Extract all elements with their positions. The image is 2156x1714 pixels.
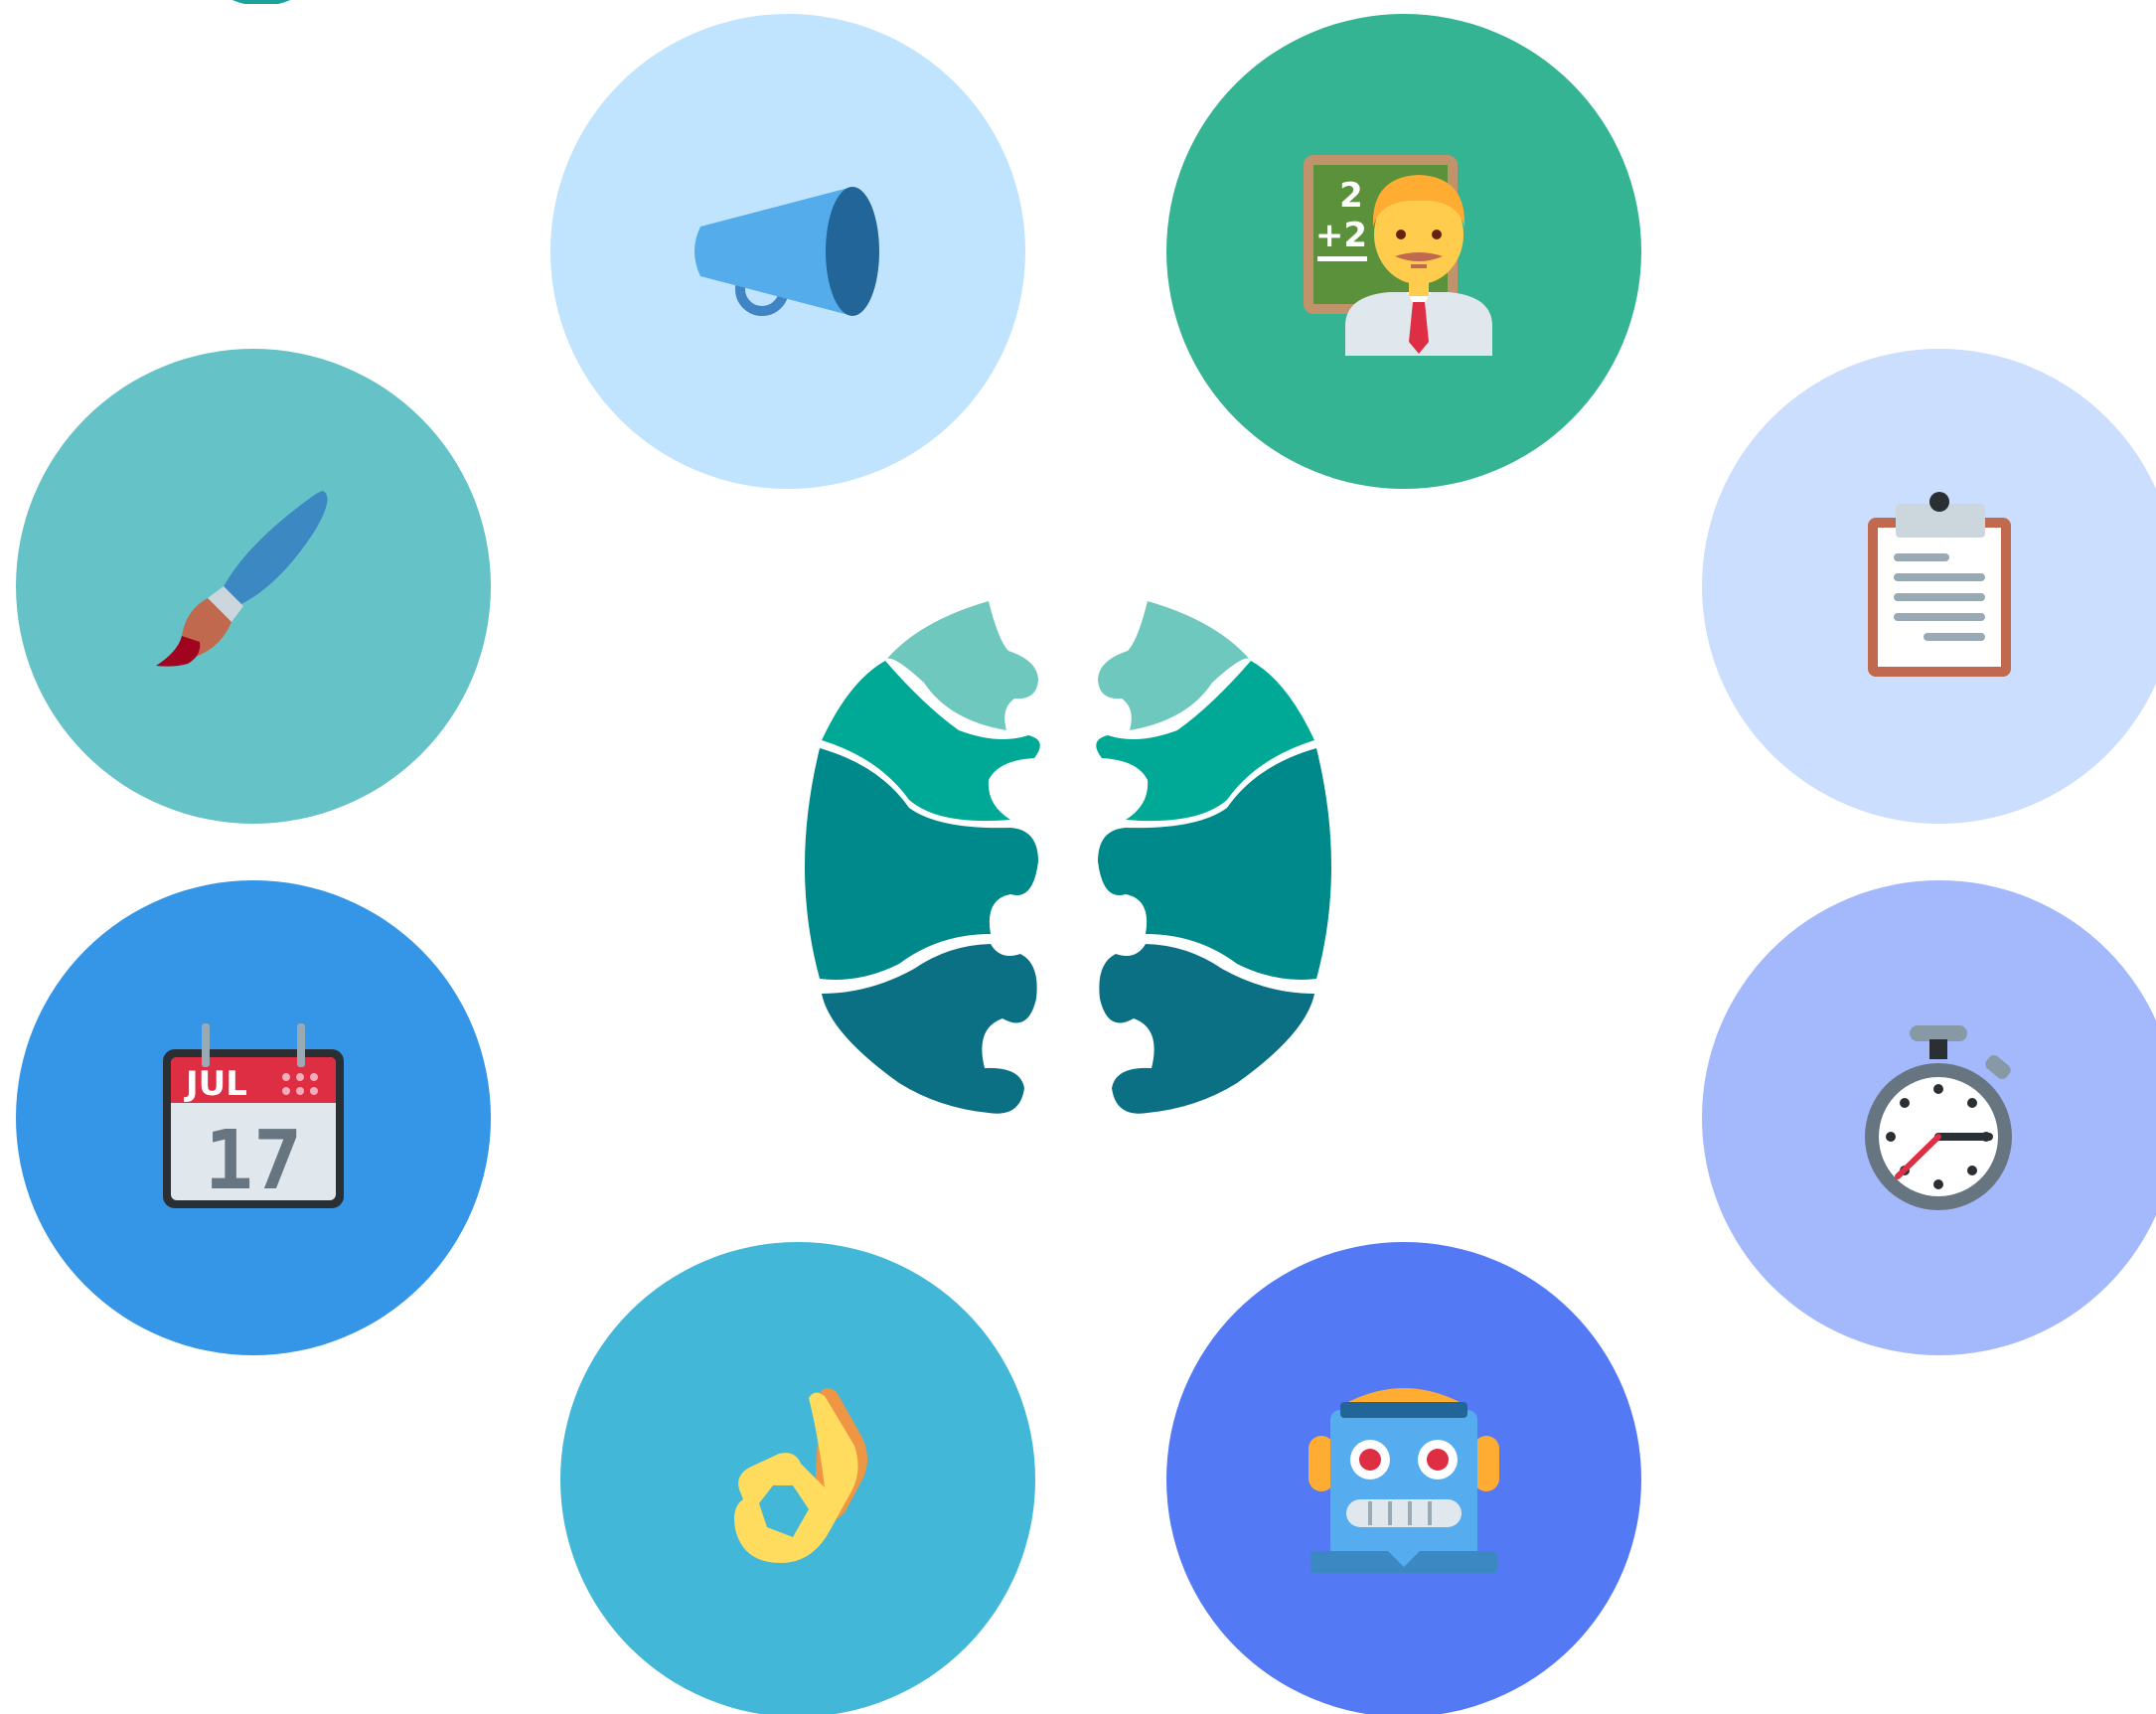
clipboard-icon [1868,492,2011,677]
ok-hand-icon [734,1388,867,1563]
cropped-arc-icon [231,0,291,4]
megaphone-bubble[interactable] [550,14,1025,489]
board-line-2: +2 [1315,216,1367,255]
clipboard-bubble[interactable] [1702,349,2156,824]
icon-collage: 2 +2 JUL 17 [0,0,2156,1714]
board-line-1: 2 [1339,176,1363,216]
stopwatch-bubble[interactable] [1702,880,2156,1355]
robot-icon [1309,1388,1499,1573]
megaphone-icon [694,187,879,316]
calendar-month: JUL [184,1064,247,1104]
calendar-icon: JUL 17 [163,1023,344,1208]
robot-bubble[interactable] [1166,1242,1641,1714]
calendar-day: 17 [205,1114,303,1208]
ok-hand-bubble[interactable] [560,1242,1035,1714]
paintbrush-bubble[interactable] [16,349,491,824]
teacher-icon: 2 +2 [1304,155,1492,356]
paintbrush-icon [156,491,328,667]
stopwatch-icon [1865,1025,2012,1210]
teacher-bubble[interactable]: 2 +2 [1166,14,1641,489]
puzzle-brain-icon [805,601,1331,1114]
calendar-bubble[interactable]: JUL 17 [16,880,491,1355]
